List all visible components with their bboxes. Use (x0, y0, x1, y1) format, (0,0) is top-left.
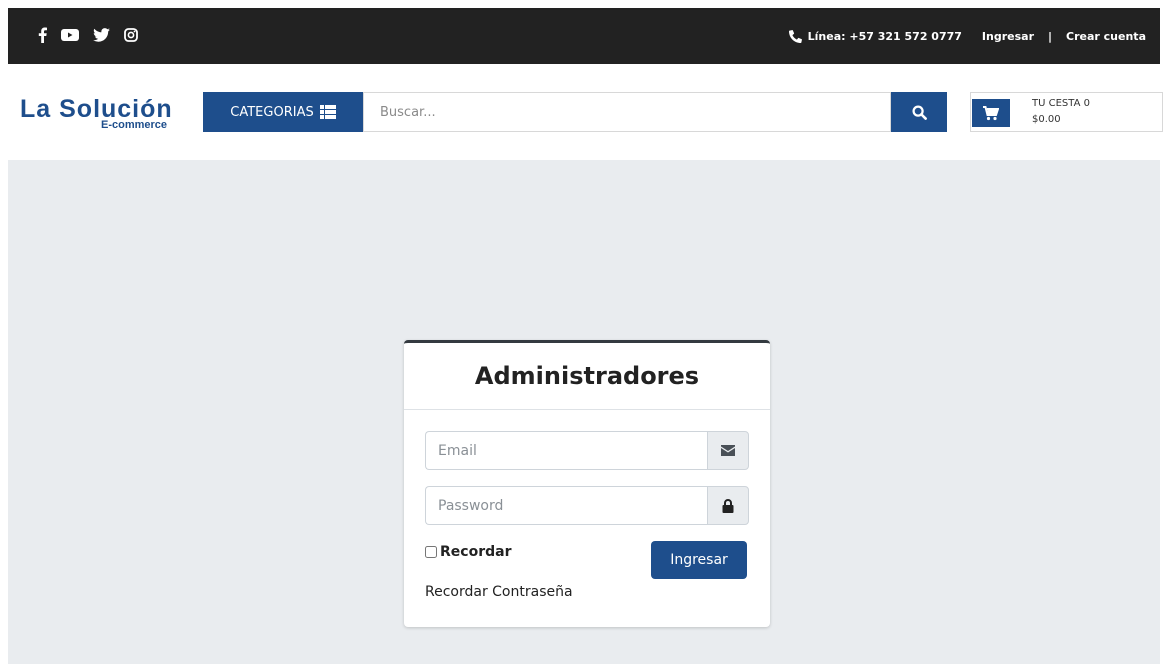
search-button[interactable] (891, 92, 947, 132)
forgot-password-link[interactable]: Recordar Contraseña (425, 584, 573, 600)
cart-summary: TU CESTA 0 $0.00 (1032, 96, 1090, 128)
login-link[interactable]: Ingresar (982, 30, 1034, 43)
th-list-icon (319, 105, 336, 119)
login-submit-button[interactable]: Ingresar (651, 541, 747, 579)
twitter-icon[interactable] (93, 25, 110, 45)
remember-checkbox-row[interactable]: Recordar (425, 544, 511, 560)
search-input[interactable] (363, 92, 891, 132)
email-field-group (425, 431, 749, 470)
phone-line: Línea: +57 321 572 0777 (807, 29, 962, 43)
register-link[interactable]: Crear cuenta (1066, 30, 1146, 43)
youtube-icon[interactable] (61, 25, 79, 45)
site-logo[interactable]: La Solución E-commerce (20, 96, 173, 131)
divider: | (1048, 29, 1053, 43)
top-bar-links: Línea: +57 321 572 0777 Ingresar | Crear… (788, 8, 1146, 64)
lock-icon (722, 498, 734, 513)
email-addon (707, 431, 749, 470)
login-card-header: Administradores (404, 343, 770, 410)
cart-total: $0.00 (1032, 114, 1061, 125)
shopping-cart-icon (983, 105, 999, 120)
remember-checkbox[interactable] (425, 546, 437, 558)
categories-button[interactable]: CATEGORIAS (203, 92, 363, 132)
remember-label: Recordar (440, 544, 512, 560)
facebook-icon[interactable] (38, 25, 47, 45)
password-field-group (425, 486, 749, 525)
login-title: Administradores (474, 362, 700, 390)
social-links (38, 25, 138, 45)
search-icon (911, 104, 927, 120)
phone-icon (788, 29, 802, 43)
password-addon (707, 486, 749, 525)
login-card: Administradores Recordar Ingresar Record… (404, 340, 770, 627)
password-field[interactable] (425, 486, 707, 525)
top-bar: Línea: +57 321 572 0777 Ingresar | Crear… (8, 8, 1160, 64)
instagram-icon[interactable] (124, 25, 138, 45)
cart-count: TU CESTA 0 (1032, 98, 1090, 109)
envelope-icon (721, 445, 735, 456)
logo-subtitle: E-commerce (101, 119, 168, 131)
categories-label: CATEGORIAS (230, 104, 314, 120)
cart-widget: TU CESTA 0 $0.00 (970, 92, 1163, 132)
email-field[interactable] (425, 431, 707, 470)
cart-button[interactable] (972, 99, 1010, 127)
